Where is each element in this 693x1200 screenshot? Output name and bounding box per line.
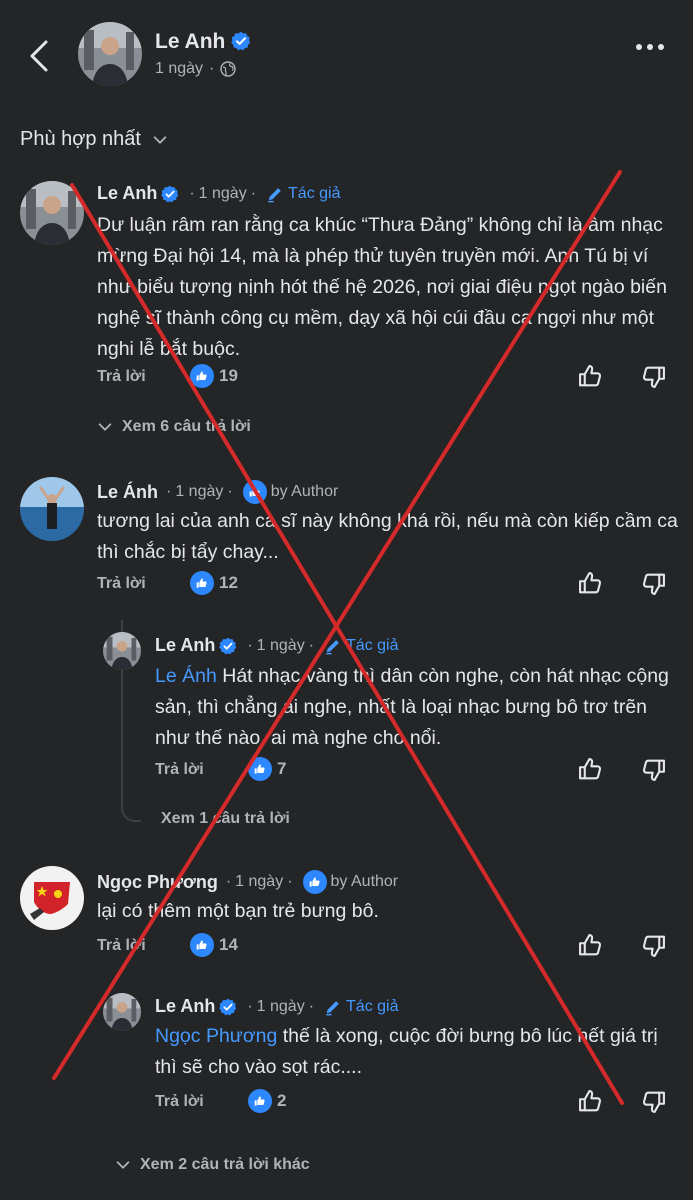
- author-badge: Tác giả: [324, 637, 399, 655]
- chevron-down-icon: [151, 131, 169, 149]
- verified-badge-icon: [219, 637, 237, 655]
- comment-meta: Le Anh · 1 ngày · Tác giả: [155, 996, 399, 1017]
- reply-button[interactable]: Trả lời: [155, 1093, 204, 1111]
- comment-actions: Trả lời: [155, 755, 204, 785]
- comment-time: 1 ngày: [256, 636, 305, 654]
- sort-dropdown[interactable]: Phù hợp nhất: [20, 128, 169, 151]
- commenter-name[interactable]: Le Anh: [155, 635, 215, 656]
- like-count[interactable]: 7: [248, 757, 286, 781]
- comment-time: 1 ngày: [235, 873, 284, 890]
- like-icon: [248, 1089, 272, 1113]
- by-author-badge: by Author: [242, 480, 338, 504]
- like-icon: [190, 364, 214, 388]
- comment-actions: Trả lời: [97, 931, 146, 961]
- downvote-icon[interactable]: [640, 363, 668, 391]
- reply-button[interactable]: Trả lời: [97, 368, 146, 386]
- like-count[interactable]: 19: [190, 364, 238, 388]
- commenter-avatar[interactable]: [20, 866, 84, 930]
- comment-actions: Trả lời: [155, 1087, 204, 1117]
- commenter-name[interactable]: Le Ánh: [97, 482, 158, 503]
- like-icon: [242, 480, 267, 504]
- reply-button[interactable]: Trả lời: [97, 575, 146, 593]
- downvote-icon[interactable]: [640, 756, 668, 784]
- mention-link[interactable]: Le Ánh: [155, 665, 217, 687]
- comment-text: Le Ánh Hát nhạc vàng thì dân còn nghe, c…: [155, 665, 669, 749]
- reply-button[interactable]: Trả lời: [155, 761, 204, 779]
- commenter-name[interactable]: Le Anh: [155, 996, 215, 1017]
- comment-text: Dư luận râm ran rằng ca khúc “Thưa Đảng”…: [97, 214, 667, 360]
- commenter-name[interactable]: Le Anh: [97, 183, 157, 204]
- comment-meta: Le Anh · 1 ngày · Tác giả: [155, 635, 399, 656]
- chevron-down-icon: [114, 1156, 132, 1174]
- author-badge: Tác giả: [324, 998, 399, 1016]
- comment-time: 1 ngày: [198, 184, 247, 202]
- downvote-icon[interactable]: [640, 570, 668, 598]
- author-name[interactable]: Le Anh: [155, 30, 225, 54]
- author-avatar[interactable]: [78, 22, 142, 86]
- upvote-icon[interactable]: [576, 569, 604, 597]
- comment-time: 1 ngày: [256, 997, 305, 1015]
- comment-meta: Ngọc Phương · 1 ngày · by Author: [97, 870, 398, 894]
- view-more-replies-button[interactable]: Xem 2 câu trả lời khác: [114, 1156, 310, 1174]
- upvote-icon[interactable]: [576, 1087, 604, 1115]
- sort-label: Phù hợp nhất: [20, 128, 141, 150]
- verified-badge-icon: [161, 185, 179, 203]
- comment-time: 1 ngày: [175, 483, 224, 500]
- globe-icon: [220, 61, 237, 77]
- author-badge: Tác giả: [266, 185, 341, 203]
- upvote-icon[interactable]: [576, 931, 604, 959]
- comment-actions: Trả lời: [97, 362, 146, 392]
- reply-button[interactable]: Trả lời: [97, 937, 146, 955]
- comment-meta: Le Ánh · 1 ngày · by Author: [97, 480, 338, 504]
- commenter-avatar[interactable]: [103, 632, 141, 670]
- pencil-icon: [324, 998, 342, 1016]
- comment-text: Ngọc Phương thế là xong, cuộc đời bưng b…: [155, 1025, 658, 1078]
- comment-actions: Trả lời: [97, 569, 146, 599]
- comment-meta: Le Anh · 1 ngày · Tác giả: [97, 183, 341, 204]
- commenter-avatar[interactable]: [20, 181, 84, 245]
- verified-badge-icon: [219, 998, 237, 1016]
- downvote-icon[interactable]: [640, 932, 668, 960]
- by-author-badge: by Author: [302, 870, 398, 894]
- back-arrow-icon[interactable]: [24, 36, 54, 76]
- chevron-down-icon: [96, 418, 114, 436]
- commenter-avatar[interactable]: [20, 477, 84, 541]
- commenter-name[interactable]: Ngọc Phương: [97, 872, 218, 893]
- like-icon: [302, 870, 327, 894]
- upvote-icon[interactable]: [576, 362, 604, 390]
- pencil-icon: [266, 185, 284, 203]
- pencil-icon: [324, 637, 342, 655]
- post-time: 1 ngày: [155, 60, 204, 77]
- like-count[interactable]: 12: [190, 571, 238, 595]
- like-icon: [248, 757, 272, 781]
- comment-text: lại có thêm một bạn trẻ bưng bô.: [97, 900, 379, 922]
- mention-link[interactable]: Ngọc Phương: [155, 1025, 277, 1047]
- upvote-icon[interactable]: [576, 755, 604, 783]
- commenter-avatar[interactable]: [103, 993, 141, 1031]
- view-replies-button[interactable]: Xem 6 câu trả lời: [96, 418, 251, 436]
- verified-badge-icon: [231, 31, 251, 51]
- view-replies-button[interactable]: Xem 1 câu trả lời: [161, 810, 290, 828]
- downvote-icon[interactable]: [640, 1088, 668, 1116]
- like-icon: [190, 933, 214, 957]
- more-options-icon[interactable]: [636, 44, 664, 50]
- post-meta: 1 ngày ·: [155, 60, 237, 78]
- like-count[interactable]: 14: [190, 933, 238, 957]
- like-count[interactable]: 2: [248, 1089, 286, 1113]
- like-icon: [190, 571, 214, 595]
- post-header: Le Anh 1 ngày ·: [0, 0, 693, 110]
- comment-text: tương lai của anh ca sĩ này không khá rồ…: [97, 510, 678, 563]
